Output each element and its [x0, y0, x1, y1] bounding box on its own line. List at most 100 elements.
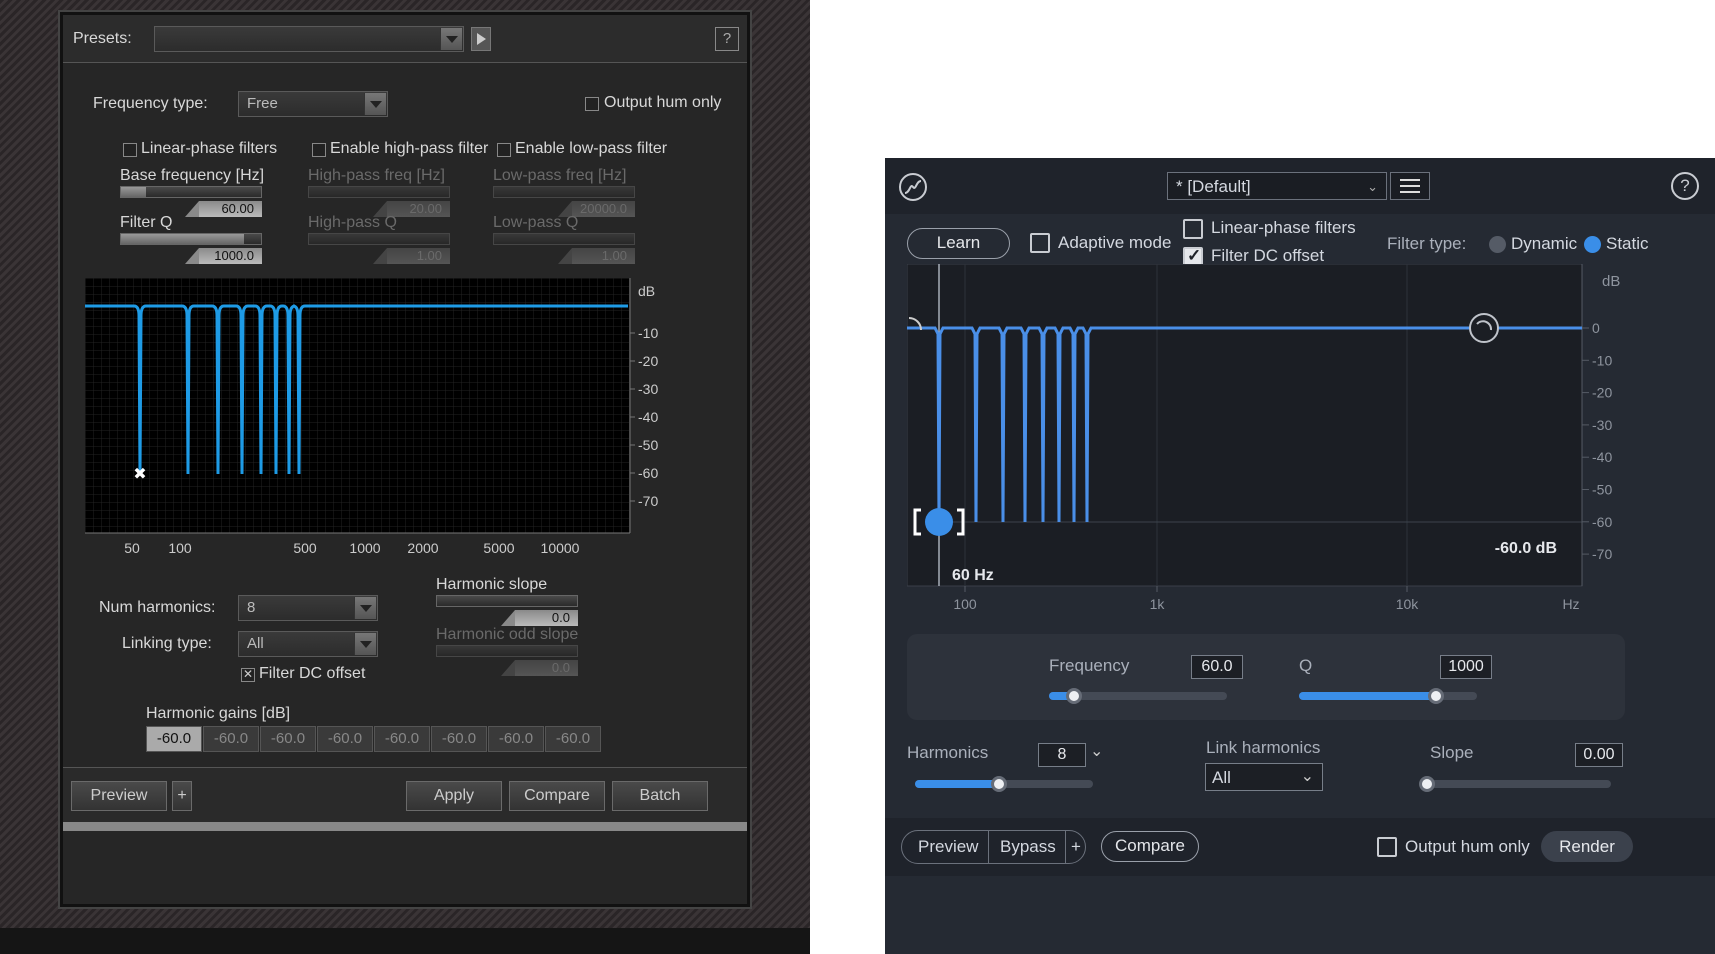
lowpass-freq-value[interactable]: 20000.0	[558, 201, 635, 217]
node-handle-icon[interactable]	[925, 508, 953, 536]
base-frequency-slider[interactable]	[120, 186, 262, 198]
output-hum-only-checkbox[interactable]	[585, 97, 599, 111]
apply-button[interactable]: Apply	[406, 781, 502, 811]
db-tick-label: -60	[638, 465, 658, 481]
frequency-type-label: Frequency type:	[93, 95, 208, 112]
learn-button[interactable]: Learn	[907, 228, 1010, 259]
enable-lowpass-checkbox[interactable]	[497, 143, 511, 157]
db-tick-label: -10	[1592, 352, 1612, 368]
db-tick-label: -20	[1592, 385, 1612, 401]
slider-knob[interactable]	[1065, 688, 1082, 704]
db-tick-label: 0	[1592, 320, 1600, 336]
base-frequency-label: Base frequency [Hz]	[120, 167, 265, 184]
harmonic-gain-2[interactable]: -60.0	[203, 726, 259, 752]
lowpass-handle-icon[interactable]	[1469, 313, 1499, 343]
db-tick-label: -40	[638, 409, 658, 425]
render-button[interactable]: Render	[1541, 831, 1633, 862]
linear-phase-label: Linear-phase filters	[1211, 218, 1356, 237]
slope-slider[interactable]	[1419, 776, 1611, 792]
linear-phase-checkbox[interactable]	[1183, 219, 1203, 239]
dynamic-radio[interactable]	[1489, 236, 1506, 253]
db-tick-label: -30	[1592, 417, 1612, 433]
legacy-response-graph[interactable]: dB -10 -20 -30 -40 -50 -60 -70 50 100 500 1000 200…	[85, 278, 675, 568]
num-harmonics-dropdown[interactable]: 8	[238, 595, 378, 621]
batch-button[interactable]: Batch	[612, 781, 708, 811]
harmonic-gain-8[interactable]: -60.0	[545, 726, 601, 752]
link-harmonics-value: All	[1212, 768, 1231, 787]
lowpass-q-slider[interactable]	[493, 233, 635, 245]
preview-button[interactable]: Preview	[918, 837, 978, 857]
frequency-value[interactable]: 60.0	[1191, 655, 1243, 679]
slider-knob[interactable]	[1419, 776, 1435, 792]
preview-button[interactable]: Preview	[71, 781, 167, 811]
harmonics-slider[interactable]	[915, 776, 1093, 792]
enable-highpass-checkbox[interactable]	[312, 143, 326, 157]
response-graph[interactable]: dB 0 -10 -20 -30 -40 -50 -60 -70 100 1k 10k Hz 60 …	[907, 264, 1707, 639]
highpass-q-slider[interactable]	[308, 233, 450, 245]
harmonic-gains-label: Harmonic gains [dB]	[146, 705, 291, 722]
linking-type-value: All	[247, 635, 264, 652]
harmonics-value[interactable]: 8	[1038, 743, 1086, 767]
db-tick-label: -10	[638, 325, 658, 341]
add-button[interactable]: +	[172, 781, 192, 811]
node-marker-icon[interactable]: ✖	[133, 464, 146, 483]
filter-q-slider[interactable]	[120, 233, 262, 245]
db-label: dB	[1602, 273, 1620, 290]
harmonic-odd-slope-slider[interactable]	[436, 645, 578, 657]
harmonic-gain-6[interactable]: -60.0	[431, 726, 487, 752]
filter-q-value[interactable]: 1000.0	[185, 248, 262, 264]
enable-lowpass-label: Enable low-pass filter	[515, 140, 668, 157]
link-harmonics-dropdown[interactable]: All ⌄	[1205, 763, 1323, 791]
q-value[interactable]: 1000	[1440, 655, 1492, 679]
help-button[interactable]: ?	[1671, 172, 1699, 200]
help-button[interactable]: ?	[715, 27, 739, 51]
chevron-down-icon: ⌄	[1300, 768, 1314, 785]
enable-highpass-label: Enable high-pass filter	[330, 140, 489, 157]
harmonic-gain-3[interactable]: -60.0	[260, 726, 316, 752]
highpass-freq-slider[interactable]	[308, 186, 450, 198]
harmonic-slope-slider[interactable]	[436, 595, 578, 607]
dehum-window: * [Default] ⌄ ? Learn Adaptive mode Line…	[885, 158, 1715, 954]
chevron-down-icon	[354, 633, 376, 655]
presets-dropdown[interactable]	[154, 26, 464, 52]
chevron-down-icon[interactable]: ⌄	[1090, 741, 1103, 761]
lowpass-q-value[interactable]: 1.00	[558, 248, 635, 264]
slope-value[interactable]: 0.00	[1575, 743, 1623, 767]
play-icon	[477, 33, 486, 45]
lowpass-freq-label: Low-pass freq [Hz]	[493, 167, 627, 184]
filter-dc-offset-checkbox[interactable]	[241, 667, 255, 682]
base-frequency-value[interactable]: 60.00	[185, 201, 262, 217]
harmonic-gain-7[interactable]: -60.0	[488, 726, 544, 752]
harmonic-slope-value[interactable]: 0.0	[501, 610, 578, 626]
db-tick-label: -20	[638, 353, 658, 369]
q-slider[interactable]	[1299, 688, 1477, 704]
add-button[interactable]: +	[1071, 837, 1081, 857]
lowpass-freq-slider[interactable]	[493, 186, 635, 198]
harmonic-gain-4[interactable]: -60.0	[317, 726, 373, 752]
linear-phase-checkbox[interactable]	[123, 143, 137, 157]
static-radio[interactable]	[1584, 236, 1601, 253]
compare-button[interactable]: Compare	[1101, 831, 1199, 862]
q-label: Q	[1299, 656, 1313, 675]
frequency-slider[interactable]	[1049, 688, 1227, 704]
harmonic-gain-1[interactable]: -60.0	[146, 726, 202, 752]
highpass-freq-label: High-pass freq [Hz]	[308, 167, 445, 184]
harmonic-odd-slope-value[interactable]: 0.0	[501, 660, 578, 676]
output-hum-only-checkbox[interactable]	[1377, 837, 1397, 857]
slider-knob[interactable]	[1428, 688, 1445, 704]
adaptive-mode-checkbox[interactable]	[1030, 233, 1050, 253]
linking-type-dropdown[interactable]: All	[238, 631, 378, 657]
legacy-scrollbar[interactable]	[63, 822, 747, 831]
preset-play-button[interactable]	[471, 27, 491, 51]
chevron-down-icon	[440, 28, 462, 50]
preset-menu-button[interactable]	[1390, 172, 1430, 200]
preset-dropdown[interactable]: * [Default] ⌄	[1167, 172, 1387, 200]
slider-knob[interactable]	[990, 776, 1007, 792]
harmonic-odd-slope-label: Harmonic odd slope	[436, 626, 579, 643]
bypass-button[interactable]: Bypass	[1000, 837, 1056, 857]
filter-dc-offset-label: Filter DC offset	[259, 665, 366, 682]
highpass-q-value[interactable]: 1.00	[373, 248, 450, 264]
compare-button[interactable]: Compare	[509, 781, 605, 811]
harmonic-gain-5[interactable]: -60.0	[374, 726, 430, 752]
frequency-type-dropdown[interactable]: Free	[238, 91, 388, 117]
